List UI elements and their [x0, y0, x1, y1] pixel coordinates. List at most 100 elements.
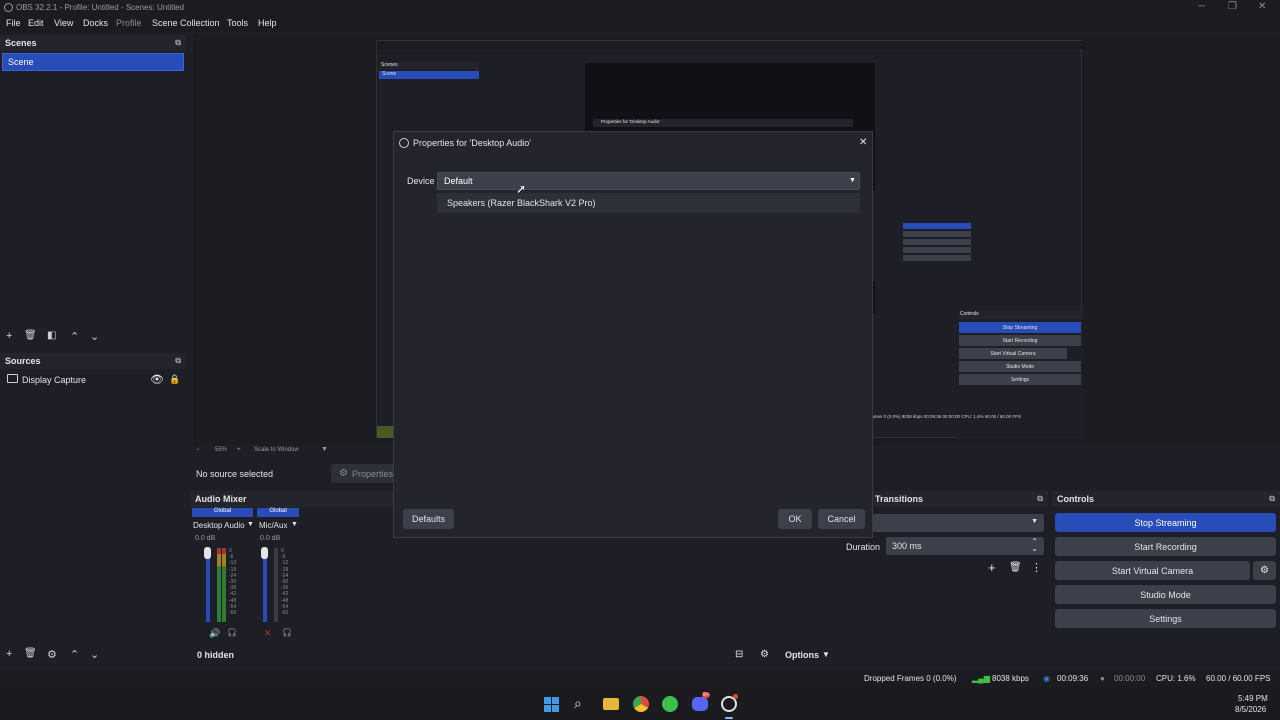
duration-spinbox[interactable]: 300 ms ⌃ ⌄: [886, 537, 1044, 555]
menu-tools[interactable]: Tools: [227, 18, 248, 28]
recording-dot: [733, 694, 738, 699]
meter-scale: 0 -6 -12 -18 -24 -30 -36 -42 -48 -54 -60: [229, 548, 237, 617]
stop-streaming-button[interactable]: Stop Streaming: [1055, 513, 1276, 532]
minimize-icon[interactable]: ─: [1198, 1, 1205, 12]
menu-profile[interactable]: Profile: [116, 18, 142, 28]
search-icon[interactable]: ⌕: [574, 695, 582, 712]
inner-scenes-header: Scenes: [379, 62, 479, 69]
studio-mode-button[interactable]: Studio Mode: [1055, 585, 1276, 604]
device-option-speakers[interactable]: Speakers (Razer BlackShark V2 Pro): [447, 198, 596, 208]
volume-fader[interactable]: [263, 548, 267, 622]
undock-icon[interactable]: ⧉: [1269, 494, 1275, 504]
defaults-button[interactable]: Defaults: [403, 509, 454, 529]
scale-mode[interactable]: Scale to Window: [254, 447, 299, 453]
duration-label: Duration: [846, 542, 881, 552]
clock-date[interactable]: 8/5/2026: [1235, 705, 1266, 714]
controls-header: Controls ⧉: [1052, 491, 1280, 507]
maximize-icon[interactable]: ❐: [1228, 1, 1237, 12]
source-item-display-capture[interactable]: Display Capture: [22, 375, 86, 385]
menu-help[interactable]: Help: [258, 18, 277, 28]
channel-menu-icon[interactable]: ▼: [291, 521, 298, 528]
volume-db: 0.0 dB: [195, 535, 216, 542]
speaker-icon[interactable]: 🔊: [209, 628, 220, 639]
no-source-label: No source selected: [196, 469, 274, 479]
cpu-usage: CPU: 1.6%: [1156, 674, 1196, 683]
spin-down-icon[interactable]: ⌄: [1031, 544, 1038, 553]
inner-settings: Settings: [959, 374, 1081, 385]
lock-icon[interactable]: 🔒: [169, 374, 180, 385]
stream-icon: ◉: [1043, 674, 1050, 683]
volume-fader[interactable]: [206, 548, 210, 622]
advanced-settings-icon[interactable]: ⚙: [760, 649, 769, 660]
ok-button[interactable]: OK: [778, 509, 812, 529]
obs-logo-icon: [4, 3, 13, 12]
move-down-icon[interactable]: ⌄: [90, 330, 99, 343]
discord-icon[interactable]: [692, 697, 708, 711]
source-settings-icon[interactable]: ⚙: [47, 648, 57, 661]
menu-bar: File Edit View Docks Profile Scene Colle…: [0, 16, 1280, 32]
layout-icon[interactable]: ⊟: [735, 649, 743, 660]
settings-button[interactable]: Settings: [1055, 609, 1276, 628]
hidden-count[interactable]: 0 hidden: [197, 650, 234, 660]
menu-edit[interactable]: Edit: [28, 18, 44, 28]
record-icon: ●: [1100, 674, 1105, 683]
green-app-icon[interactable]: [662, 696, 678, 712]
inner-controls-header: Controls: [958, 311, 1082, 319]
desktop-audio-name[interactable]: Desktop Audio: [193, 521, 245, 530]
properties-button[interactable]: ⚙ Properties: [331, 464, 394, 483]
menu-file[interactable]: File: [6, 18, 21, 28]
close-window-icon[interactable]: ✕: [1258, 1, 1266, 12]
fps: 60.00 / 60.00 FPS: [1206, 674, 1271, 683]
move-up-icon[interactable]: ⌃: [70, 330, 79, 343]
remove-transition-icon[interactable]: 🗑: [1009, 562, 1022, 573]
fader-handle[interactable]: [204, 547, 211, 559]
inner-properties-title: Properties for 'Desktop Audio': [593, 119, 853, 127]
fader-handle[interactable]: [261, 547, 268, 559]
undock-icon[interactable]: ⧉: [175, 38, 181, 48]
headphones-icon[interactable]: 🎧: [282, 628, 292, 637]
record-time: 00:00:00: [1114, 674, 1146, 683]
start-virtual-camera-button[interactable]: Start Virtual Camera: [1055, 561, 1250, 580]
close-dialog-icon[interactable]: ✕: [859, 137, 867, 148]
file-explorer-icon[interactable]: [603, 698, 619, 710]
channel-menu-icon[interactable]: ▼: [247, 521, 254, 528]
inner-start-recording: Start Recording: [959, 335, 1081, 346]
inner-scene-item: Scene: [379, 71, 479, 79]
transition-menu-icon[interactable]: ⋮: [1031, 561, 1042, 574]
menu-scene-collection[interactable]: Scene Collection: [152, 18, 220, 28]
add-source-icon[interactable]: +: [6, 648, 12, 660]
chrome-icon[interactable]: [633, 696, 649, 712]
device-select[interactable]: Default ▼: [437, 172, 860, 190]
remove-source-icon[interactable]: 🗑: [24, 648, 37, 659]
start-recording-button[interactable]: Start Recording: [1055, 537, 1276, 556]
options-button[interactable]: Options: [785, 650, 819, 660]
windows-start-icon[interactable]: [544, 697, 560, 713]
muted-mic-icon[interactable]: ✕: [264, 628, 272, 639]
source-up-icon[interactable]: ⌃: [70, 648, 79, 661]
filter-scene-icon[interactable]: ◧: [47, 330, 56, 341]
headphones-icon[interactable]: 🎧: [227, 628, 237, 637]
scene-item[interactable]: Scene: [2, 53, 184, 71]
undock-icon[interactable]: ⧉: [1037, 494, 1043, 504]
clock-time[interactable]: 5:49 PM: [1238, 694, 1268, 703]
add-scene-icon[interactable]: +: [6, 330, 12, 342]
mic-aux-name[interactable]: Mic/Aux: [259, 521, 287, 530]
undock-icon[interactable]: ⧉: [175, 356, 181, 366]
menu-view[interactable]: View: [54, 18, 73, 28]
zoom-out-icon[interactable]: −: [196, 447, 200, 453]
sources-dock: Sources ⧉ Display Capture 👁 🔒: [0, 353, 186, 643]
visibility-eye-icon[interactable]: 👁: [150, 373, 164, 386]
add-transition-icon[interactable]: +: [988, 560, 996, 575]
menu-docks[interactable]: Docks: [83, 18, 108, 28]
scale-dropdown-icon[interactable]: ▼: [321, 446, 328, 453]
level-meter: [217, 548, 221, 622]
title-bar: OBS 32.2.1 - Profile: Untitled - Scenes:…: [0, 0, 1280, 16]
source-down-icon[interactable]: ⌄: [90, 648, 99, 661]
remove-scene-icon[interactable]: 🗑: [24, 330, 37, 341]
zoom-in-icon[interactable]: +: [237, 447, 241, 453]
virtual-camera-settings-icon[interactable]: ⚙: [1253, 561, 1276, 580]
cancel-button[interactable]: Cancel: [818, 509, 865, 529]
transition-select[interactable]: ▼: [873, 514, 1044, 532]
controls-dock: Controls ⧉ Stop Streaming Start Recording…: [1052, 491, 1280, 643]
level-meter: [274, 548, 278, 622]
